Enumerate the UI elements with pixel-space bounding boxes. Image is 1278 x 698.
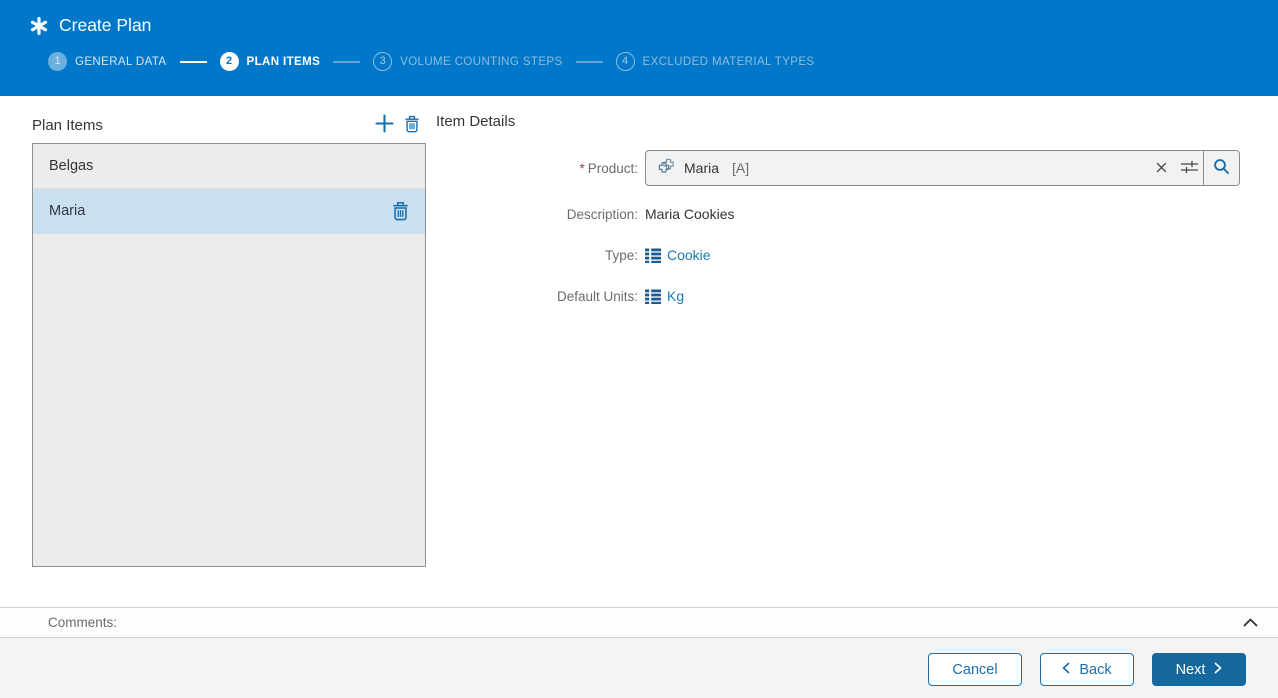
default-units-value-link[interactable]: Kg [667,288,684,304]
next-button[interactable]: Next [1152,653,1246,686]
item-details-panel: Item Details * Product: Maria [A] Descri… [436,113,1246,304]
step-2-circle: 2 [219,52,239,71]
wizard-header: Create Plan 1 GENERAL DATA 2 PLAN ITEMS … [0,0,1278,96]
chevron-left-icon [1062,662,1070,678]
wizard-steps: 1 GENERAL DATA 2 PLAN ITEMS 3 VOLUME COU… [48,52,1278,71]
trash-icon [404,115,420,136]
add-plan-item-button[interactable] [370,112,398,138]
step-1-circle: 1 [48,52,67,71]
cancel-button[interactable]: Cancel [928,653,1022,686]
product-label: * Product: [579,160,638,176]
product-cube-icon [657,158,676,179]
plan-items-title: Plan Items [32,116,103,134]
sliders-icon [1180,159,1199,177]
step-general-data[interactable]: 1 GENERAL DATA [48,52,167,71]
step-4-label: EXCLUDED MATERIAL TYPES [642,55,815,68]
comments-collapse-button[interactable] [1239,613,1261,633]
plan-items-panel: Plan Items Belgas Maria [32,110,426,567]
default-units-label: Default Units: [556,288,638,304]
list-item-label: Belgas [49,158,94,174]
list-icon [645,289,661,304]
x-icon [1156,161,1167,176]
step-connector [333,60,361,63]
type-label: Type: [604,247,638,263]
title-row: Create Plan [0,0,1278,36]
step-connector [179,60,207,63]
list-item-maria[interactable]: Maria [33,189,425,234]
chevron-up-icon [1243,615,1258,630]
footer-bar: Cancel Back Next [0,638,1278,698]
step-excluded-material-types[interactable]: 4 EXCLUDED MATERIAL TYPES [615,52,815,71]
type-row: Type: Cookie [436,247,1246,263]
product-value-suffix: [A] [732,160,750,176]
description-value: Maria Cookies [645,206,735,222]
back-button[interactable]: Back [1040,653,1134,686]
product-value: Maria [684,160,720,176]
step-volume-counting-steps[interactable]: 3 VOLUME COUNTING STEPS [373,52,562,71]
list-item-belgas[interactable]: Belgas [33,144,425,189]
comments-bar: Comments: [0,607,1278,638]
product-row: * Product: Maria [A] [436,150,1246,186]
magnifier-icon [1213,158,1230,178]
clear-value-button[interactable] [1147,151,1175,185]
step-connector [575,60,603,63]
step-3-circle: 3 [373,52,393,71]
required-marker: * [579,160,585,176]
trash-icon[interactable] [391,201,411,221]
list-icon [645,248,661,263]
default-units-row: Default Units: Kg [436,288,1246,304]
step-4-circle: 4 [615,52,635,71]
plus-icon [374,114,394,136]
description-label: Description: [566,206,638,222]
asterisk-icon [30,16,48,35]
plan-items-list: Belgas Maria [32,143,426,567]
step-1-label: GENERAL DATA [75,55,167,68]
step-3-label: VOLUME COUNTING STEPS [400,55,563,68]
step-plan-items[interactable]: 2 PLAN ITEMS [219,52,321,71]
step-2-label: PLAN ITEMS [246,55,321,68]
product-search-button[interactable] [1203,151,1239,185]
product-input[interactable]: Maria [A] [645,150,1240,186]
value-help-settings-button[interactable] [1175,151,1203,185]
plan-items-header: Plan Items [32,110,426,140]
delete-plan-item-button[interactable] [398,112,426,138]
page-title: Create Plan [59,15,152,35]
description-row: Description: Maria Cookies [436,206,1246,222]
list-item-label: Maria [49,203,86,219]
chevron-right-icon [1214,662,1222,678]
item-details-title: Item Details [436,113,516,130]
type-value-link[interactable]: Cookie [667,247,711,263]
comments-label: Comments: [48,615,118,630]
